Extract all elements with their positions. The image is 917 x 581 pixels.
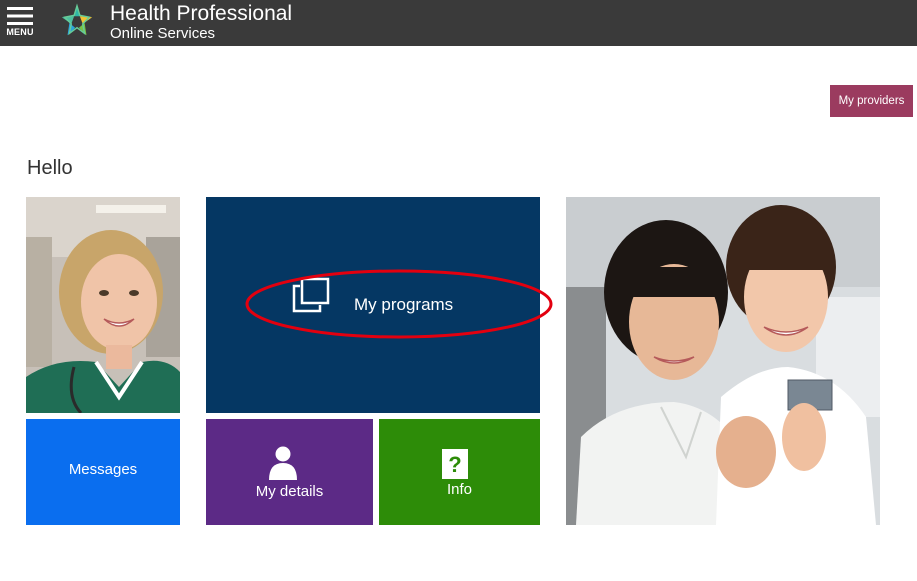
menu-label: MENU bbox=[6, 27, 34, 37]
my-providers-button[interactable]: My providers bbox=[830, 85, 913, 117]
my-details-tile[interactable]: My details bbox=[206, 419, 373, 525]
nurse-photo-image bbox=[26, 197, 180, 413]
menu-button[interactable]: MENU bbox=[4, 4, 36, 40]
dental-staff-photo-image bbox=[566, 197, 880, 525]
brand-subtitle: Online Services bbox=[110, 25, 216, 42]
my-details-label: My details bbox=[255, 483, 324, 500]
hamburger-icon bbox=[7, 7, 33, 25]
person-icon bbox=[269, 446, 297, 480]
info-label: Info bbox=[446, 481, 473, 498]
star-logo-icon[interactable] bbox=[58, 3, 96, 41]
my-programs-tile[interactable]: My programs bbox=[206, 197, 540, 413]
top-bar: MENU Health Professional Online Services bbox=[0, 0, 917, 46]
messages-tile[interactable]: Messages bbox=[26, 419, 180, 525]
messages-label: Messages bbox=[68, 461, 138, 478]
dental-staff-photo bbox=[566, 197, 880, 525]
svg-text:?: ? bbox=[448, 452, 461, 477]
info-tile[interactable]: ? Info bbox=[379, 419, 540, 525]
my-programs-label: My programs bbox=[354, 295, 454, 314]
greeting-heading: Hello bbox=[27, 157, 73, 179]
nurse-photo bbox=[26, 197, 180, 413]
brand-title: Health Professional bbox=[110, 2, 293, 25]
copy-icon bbox=[292, 277, 330, 313]
brand: Health Professional Online Services bbox=[110, 2, 292, 42]
help-icon: ? bbox=[442, 449, 468, 479]
